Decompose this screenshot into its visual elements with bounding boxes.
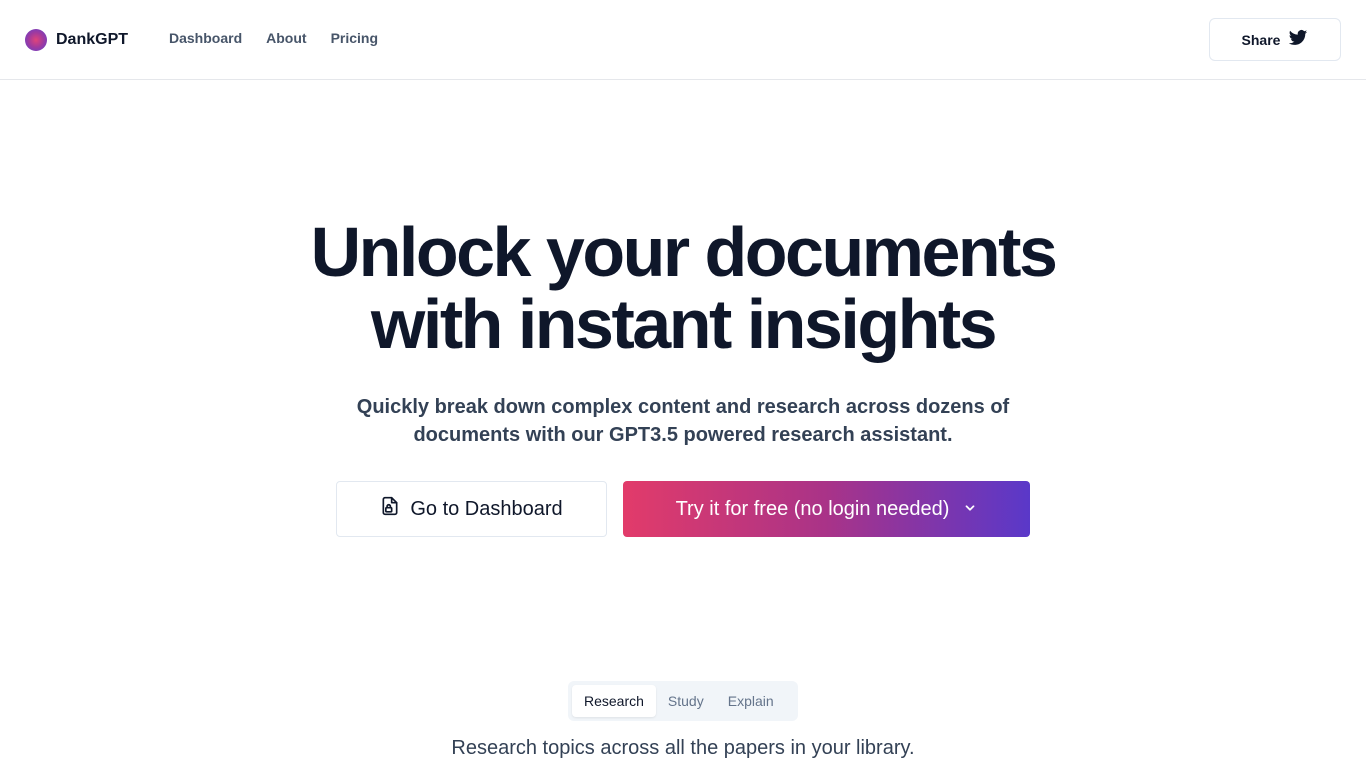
file-lock-icon [380,496,400,522]
hero-subtitle: Quickly break down complex content and r… [356,396,1010,446]
share-label: Share [1241,31,1281,48]
share-button[interactable]: Share [1209,18,1341,61]
tab-study[interactable]: Study [656,685,716,717]
hero-title-line-1: Unlock your documents [310,213,1058,291]
brand[interactable]: DankGPT [25,29,128,51]
brand-name: DankGPT [56,31,129,48]
nav-link-pricing[interactable]: Pricing [331,30,378,46]
tab-research[interactable]: Research [572,685,656,717]
chevron-down-icon [963,498,977,521]
hero-title-line-2: with instant insights [370,285,998,363]
nav-link-dashboard[interactable]: Dashboard [169,30,242,46]
hero-title: Unlock your documents with instant insig… [0,216,1366,360]
twitter-icon [1288,28,1308,51]
tab-description: Research topics across all the papers in… [451,737,915,759]
nav-link-about[interactable]: About [266,30,306,46]
go-to-dashboard-label: Go to Dashboard [410,497,563,520]
try-free-button[interactable]: Try it for free (no login needed) [623,481,1030,537]
tab-explain[interactable]: Explain [716,685,786,717]
main-nav: Dashboard About Pricing [169,30,378,46]
go-to-dashboard-button[interactable]: Go to Dashboard [336,481,607,537]
try-free-label: Try it for free (no login needed) [675,497,950,520]
brand-logo-icon [25,29,47,51]
top-navbar: DankGPT Dashboard About Pricing Share [0,0,1366,80]
feature-tabs: Research Study Explain [568,681,798,721]
